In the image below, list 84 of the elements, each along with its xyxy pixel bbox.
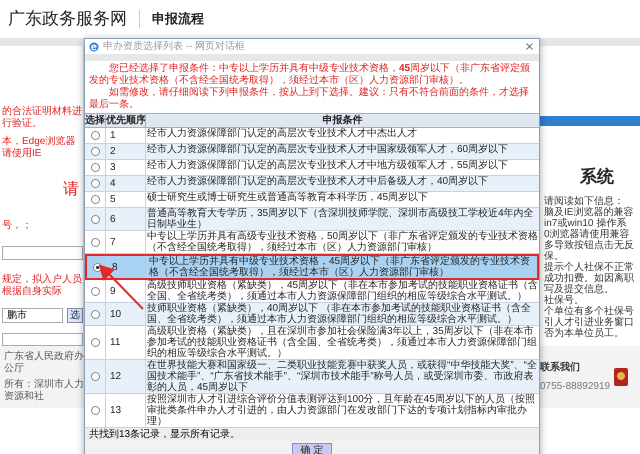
heading-text: 请 — [62, 180, 80, 200]
table-cell: 中专以上学历并具有中级专业技术资格，45周岁以下（非广东省评定颁发的专业技术资格（不含经全国统考取得），须经过本市（区）人力资源部门审核） — [147, 256, 537, 278]
table-row[interactable]: 5 硕士研究生或博士研究生或普通高等教育本科学历，45周岁以下 — [85, 192, 539, 208]
table-cell: 3 — [105, 160, 145, 175]
info-text: 保。 — [544, 250, 565, 262]
system-heading: 系统 — [579, 166, 615, 188]
city-field[interactable]: 鹏市 — [2, 308, 63, 323]
table-cell: 13 — [105, 394, 145, 427]
table-cell: 经市人力资源保障部门认定的高层次专业技术人才中后备级人才，40周岁以下 — [145, 176, 539, 191]
info-text: in7或win10 操作系 — [544, 218, 628, 228]
emblem-icon — [614, 368, 628, 386]
table-row[interactable]: 6 普通高等教育大专学历，35周岁以下（含深圳技师学院、深圳市高级技工学校近4年内全日制毕业生） — [85, 208, 539, 231]
table-row[interactable]: 10 技师职业资格（紧缺类），40周岁以下 （非在本市参加考试的技能职业资格证书（含全国、全省统考类），须通过本市人力资源保障部门组织的相应等级综合水平测试。） — [85, 303, 539, 326]
select-button[interactable]: 选 — [67, 308, 83, 323]
table-row[interactable]: 7 中专以上学历并具有高级专业技术资格，50周岁以下（非广东省评定颁发的专业技术资格（不含经全国统考取得），须经过本市（区）人力资源部门审核） — [85, 231, 539, 254]
summary-text: 共找到13条记录，显示所有记录。 — [85, 428, 539, 441]
table-cell: 1 — [105, 128, 145, 143]
table-cell: 硕士研究生或博士研究生或普通高等教育本科学历，45周岁以下 — [145, 192, 539, 207]
table-row[interactable]: 3 经市人力资源保障部门认定的高层次专业技术人才中地方级领军人才，55周岁以下 — [85, 160, 539, 176]
table-cell: 4 — [105, 176, 145, 191]
column-header: 优先顺序 — [105, 114, 145, 127]
table-cell: 在世界技能大赛和国家级一、二类职业技能竞赛中获奖人员，或获得“中华技能大奖”、“全国技术能手”、“广东省技术能手”、“深圳市技术能手”称号人员，或受深圳市委、市政府表彰的人员，45周岁以下 — [145, 360, 539, 393]
column-header: 申报条件 — [145, 114, 539, 127]
table-cell: 11 — [105, 326, 145, 359]
table-cell: 2 — [105, 144, 145, 159]
table-row[interactable]: 1 经市人力资源保障部门认定的高层次专业技术人才中杰出人才 — [85, 128, 539, 144]
phone-number: 0755-88892919 — [540, 380, 610, 394]
info-text: 写及提交信息。 — [544, 284, 615, 294]
info-text: 0浏览器请使用兼容 — [544, 228, 631, 240]
notice-text: 您已经选择了申报条件：中专以上学历并具有中级专业技术资格，45周岁以下（非广东省评定颁发的专业技术资格（不含经全国统考取得），须经过本市（区）人力资源部门审核）。 — [89, 63, 532, 86]
confirm-button[interactable]: 确 定 — [292, 442, 332, 454]
table-row[interactable]: 4 经市人力资源保障部门认定的高层次专业技术人才中后备级人才，40周岁以下 — [85, 176, 539, 192]
radio-button[interactable] — [90, 286, 100, 296]
radio-button[interactable] — [90, 238, 100, 246]
table-row[interactable]: 13 按照深圳市人才引进综合评价分值表测评达到100分，且年龄在45周岁以下的人员（按照审批类条件申办人才引进的，由人力资源部门在发改部门下达的专项计划指标内审批办理） — [85, 394, 539, 428]
table-cell: 经市人力资源保障部门认定的高层次专业技术人才中地方级领军人才，55周岁以下 — [145, 160, 539, 175]
note-text: 的合法证明材料进行验证。 — [2, 106, 83, 130]
note-text: 规定，拟入户人员根据自身实际 — [2, 274, 83, 298]
column-header: 选择 — [85, 114, 105, 127]
input-field[interactable] — [2, 246, 83, 260]
table-cell: 7 — [105, 231, 145, 253]
note-text: 号，； — [2, 220, 33, 232]
info-text: 脑及IE浏览器的兼容 — [544, 206, 634, 218]
info-text: 请阅读如下信息： — [544, 196, 625, 206]
notice-text: 如需修改，请仔细阅读下列申报条件，按从上到下选择。建议：只有不符合前面的条件，才选择最后一条。 — [89, 87, 530, 111]
radio-button[interactable] — [90, 310, 100, 318]
table-cell: 普通高等教育大专学历，35周岁以下（含深圳技师学院、深圳市高级技工学校近4年内全日制毕业生） — [145, 208, 539, 230]
info-text: 成功扣费。如因离职 — [544, 272, 635, 284]
page-title: 申报流程 — [152, 10, 204, 28]
info-text: 多导致按钮点击无反 — [544, 240, 635, 250]
table-cell: 12 — [105, 360, 145, 393]
note-text: 本，Edge浏览器请使用IE — [2, 136, 76, 160]
dropdown-field[interactable] — [2, 333, 83, 346]
info-text: 提示个人社保不正常 — [544, 262, 635, 272]
table-cell: 按照深圳市人才引进综合评价分值表测评达到100分，且年龄在45周岁以下的人员（按照审批类条件申办人才引进的，由人力资源部门在发改部门下达的专项计划指标内审批办理） — [145, 394, 539, 427]
footer-text: 所有：深圳市人力资源和社 — [4, 379, 84, 403]
table-cell: 高级职业资格（紧缺类），且在深圳市参加社会保险满3年以上，35周岁以下（非在本市参加考试的技能职业资格证书（含全国、全省统考类），须通过本市人力资源保障部门组织的相应等级综合水平测试。） — [145, 326, 539, 359]
annotation-arrow — [99, 265, 145, 311]
table-row[interactable]: 11 高级职业资格（紧缺类），且在深圳市参加社会保险满3年以上，35周岁以下（非在本市参加考试的技能职业资格证书（含全国、全省统考类），须通过本市人力资源保障部门组织的相应等级综合水平测试。） — [85, 326, 539, 360]
table-row[interactable]: 2 经市人力资源保障部门认定的高层次专业技术人才中国家级领军人才，60周岁以下 — [85, 144, 539, 160]
info-text: 引人才引进业务窗口 — [544, 316, 635, 328]
table-cell: 经市人力资源保障部门认定的高层次专业技术人才中国家级领军人才，60周岁以下 — [145, 144, 539, 159]
info-text: 社保号。 — [544, 294, 584, 306]
table-cell: 高级技师职业资格（紧缺类），45周岁以下（非在本市参加考试的技能职业资格证书（含全国、全省统考类），须通过本市人力资源保障部门组织的相应等级综合水平测试。） — [145, 280, 539, 302]
info-text: 个单位有多个社保号 — [544, 306, 635, 316]
table-cell: 技师职业资格（紧缺类），40周岁以下 （非在本市参加考试的技能职业资格证书（含全国、全省统考类），须通过本市人力资源保障部门组织的相应等级综合水平测试。） — [145, 303, 539, 325]
contact-title: 联系我们 — [540, 360, 581, 375]
radio-button[interactable] — [90, 406, 100, 415]
table-cell: 中专以上学历并具有高级专业技术资格，50周岁以下（非广东省评定颁发的专业技术资格（不含经全国统考取得），须经过本市（区）人力资源部门审核） — [145, 231, 539, 253]
info-text: 否为本单位员工。 — [544, 328, 625, 338]
browser-icon — [89, 42, 99, 52]
site-logo-text[interactable]: 广东政务服务网 — [8, 6, 127, 32]
table-row[interactable]: 12 在世界技能大赛和国家级一、二类职业技能竞赛中获奖人员，或获得“中华技能大奖”、“全国技术能手”、“广东省技术能手”、“深圳市技术能手”称号人员，或受深圳市委、市政府表彰的人员，45周岁以下 — [85, 360, 539, 394]
table-cell: 经市人力资源保障部门认定的高层次专业技术人才中杰出人才 — [145, 128, 539, 143]
dialog-title: 申办资质选择列表 -- 网页对话框 — [103, 40, 246, 54]
table-cell: 6 — [105, 208, 145, 230]
table-row[interactable]: 8 中专以上学历并具有中级专业技术资格，45周岁以下（非广东省评定颁发的专业技术资格（不含经全国统考取得），须经过本市（区）人力资源部门审核） — [85, 254, 539, 280]
radio-button[interactable] — [90, 338, 100, 347]
table-cell: 5 — [105, 192, 145, 207]
close-icon[interactable] — [524, 41, 535, 52]
footer-text: 广东省人民政府办公厅 — [4, 351, 84, 375]
table-row[interactable]: 9 高级技师职业资格（紧缺类），45周岁以下（非在本市参加考试的技能职业资格证书（含全国、全省统考类），须通过本市人力资源保障部门组织的相应等级综合水平测试。） — [85, 280, 539, 303]
radio-button[interactable] — [90, 214, 100, 224]
radio-button[interactable] — [90, 372, 100, 381]
